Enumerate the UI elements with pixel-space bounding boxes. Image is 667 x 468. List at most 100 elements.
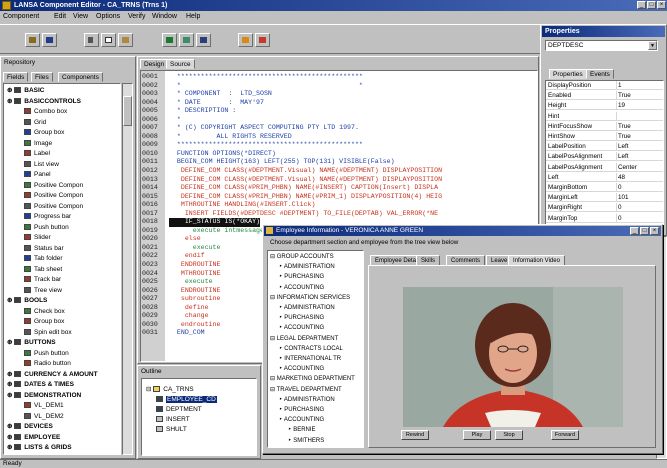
tree-item[interactable]: VL_DEM2 [24,412,64,421]
tree-item[interactable]: Spin edit box [24,328,72,337]
property-value[interactable]: True [618,91,631,99]
outline-item-shult[interactable]: SHULT [156,425,187,434]
expand-icon[interactable]: ⊕ [7,339,14,346]
menu-view[interactable]: View [73,13,88,20]
department-node[interactable]: ⊟ LEGAL DEPARTMENT [270,335,338,344]
menu-window[interactable]: Window [152,13,177,20]
minimize-icon[interactable]: _ [637,1,646,9]
open-icon[interactable] [25,33,40,47]
code-line[interactable]: FUNCTION OPTIONS(*DIRECT) [169,150,537,159]
property-row[interactable]: HintFocusShow True [546,121,663,131]
section-node[interactable]: ‣ ACCOUNTING [279,324,324,333]
highlighted-code-line[interactable]: IF_STATUS IS(*OKAY) [169,218,261,227]
property-value[interactable]: True [618,132,631,140]
expand-icon[interactable]: ⊕ [7,434,14,441]
section-node[interactable]: ‣ ACCOUNTING [279,284,324,293]
tab-components[interactable]: Components [58,72,103,82]
paste-icon[interactable] [118,33,133,47]
tree-item[interactable]: Tree view [24,286,62,295]
tree-item[interactable]: Radio button [24,359,71,368]
window-icon[interactable] [196,33,211,47]
close-icon[interactable]: × [657,1,666,9]
menu-edit[interactable]: Edit [54,13,66,20]
code-line[interactable]: BEGIN_COM HEIGHT(163) LEFT(255) TOP(131)… [169,158,537,167]
code-line[interactable]: * DATE : MAY'97 [169,99,537,108]
tools-icon[interactable] [238,33,253,47]
property-row[interactable]: LabelPosAlignment Left [546,152,663,162]
outline-root[interactable]: ⊟ CA_TRNS [146,385,194,394]
code-line[interactable]: ****************************************… [169,141,537,150]
employee-close-icon[interactable]: × [650,227,659,235]
section-node[interactable]: ‣ PURCHASING [279,314,324,323]
property-value[interactable]: 0 [618,203,622,211]
department-node[interactable]: ⊟ MARKETING DEPARTMENT [270,375,355,384]
expand-icon[interactable]: ⊕ [7,392,14,399]
tree-item[interactable]: Slider [24,233,51,242]
tree-item[interactable]: Positive Compon [24,181,83,190]
form-icon[interactable] [179,33,194,47]
department-node[interactable]: ⊟ INFORMATION SERVICES [270,294,350,303]
tab-fields[interactable]: Fields [3,72,29,82]
code-line[interactable]: DEFINE_COM CLASS(#DEPTMENT.Visual) NAME(… [169,176,537,185]
tree-item[interactable]: Group box [24,128,64,137]
tree-item[interactable]: Positive Compon [24,202,83,211]
copy-icon[interactable] [101,33,116,47]
code-line[interactable]: MTHROUTINE HANDLING(#INSERT.Click) [169,201,537,210]
outline-item-deptment[interactable]: DEPTMENT [156,405,202,414]
property-value[interactable]: Center [618,163,637,171]
expand-icon[interactable]: ⊕ [7,423,14,430]
property-value[interactable]: 19 [618,101,625,109]
tree-item[interactable]: Panel [24,170,51,179]
tree-group[interactable]: ⊕ BASIC [7,86,45,95]
menu-options[interactable]: Options [96,13,120,20]
property-value[interactable]: True [618,122,631,130]
property-row[interactable]: Hint [546,111,663,121]
menu-help[interactable]: Help [186,13,200,20]
code-line[interactable]: ****************************************… [169,73,537,82]
expand-icon[interactable]: ⊕ [7,297,14,304]
tree-item[interactable]: Group box [24,317,64,326]
tree-item[interactable]: Push button [24,349,69,358]
tree-group[interactable]: ⊕ LISTS & GRIDS [7,443,72,452]
tree-item[interactable]: List view [24,160,59,169]
section-node[interactable]: ‣ ADMINISTRATION [279,263,335,272]
expand-icon[interactable]: ⊕ [7,87,14,94]
property-value[interactable]: 48 [618,173,625,181]
collapse-icon[interactable]: ⊟ [270,376,277,382]
expand-icon[interactable]: ⊕ [7,381,14,388]
property-row[interactable]: HintShow True [546,132,663,141]
section-node[interactable]: ‣ PURCHASING [279,273,324,282]
tree-item[interactable]: Check box [24,307,65,316]
code-line[interactable]: * * [169,82,537,91]
tree-group[interactable]: ⊕ EMPLOYEE [7,433,60,442]
employee-node[interactable]: ‣ SMITHERS [288,437,324,446]
rewind-button[interactable]: Rewind [401,430,429,440]
tree-item[interactable]: Image [24,139,52,148]
tree-group[interactable]: ⊕ CURRENCY & AMOUNT [7,370,98,379]
section-node[interactable]: ‣ INTERNATIONAL TR [279,355,341,364]
stop-button[interactable]: Stop [495,430,523,440]
property-value[interactable]: 1 [618,81,622,89]
forward-button[interactable]: Forward [551,430,579,440]
section-node[interactable]: ‣ PURCHASING [279,406,324,415]
tree-item[interactable]: VL_DEM1 [24,401,64,410]
collapse-icon[interactable]: ⊟ [270,387,277,393]
tree-group[interactable]: ⊕ BASICCONTROLS [7,97,81,106]
expand-icon[interactable]: ⊕ [7,444,14,451]
outline-item-employee-cd[interactable]: EMPLOYEE_CD [156,395,217,404]
property-value[interactable]: Left [618,142,629,150]
property-value[interactable]: 0 [618,214,622,222]
employee-minimize-icon[interactable]: _ [630,227,639,235]
section-node[interactable]: ‣ ADMINISTRATION [279,396,335,405]
property-row[interactable]: LabelPosition Left [546,142,663,152]
tree-item[interactable]: Tab sheet [24,265,62,274]
play-button[interactable]: Play [463,430,491,440]
section-node[interactable]: ‣ CONTRACTS LOCAL [279,345,343,354]
property-row[interactable]: MarginLeft 101 [546,193,663,203]
repository-scrollbar[interactable] [122,83,133,455]
property-row[interactable]: Left 48 [546,172,663,182]
maximize-icon[interactable]: □ [647,1,656,9]
section-node[interactable]: ‣ ACCOUNTING [279,416,324,425]
component-select[interactable]: DEPTDESC ▼ [545,40,658,51]
property-value[interactable]: 0 [618,183,622,191]
